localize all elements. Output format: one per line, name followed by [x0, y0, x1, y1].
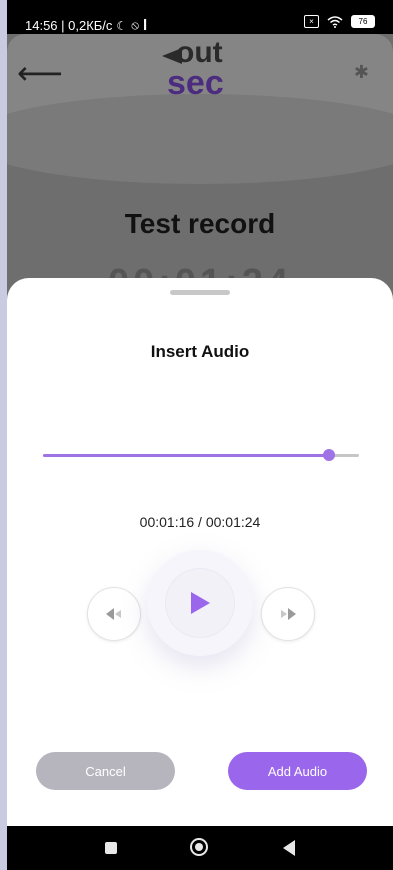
play-icon — [191, 592, 210, 614]
sheet-title: Insert Audio — [150, 342, 250, 361]
back-arrow-icon[interactable]: ⟵ — [17, 54, 63, 92]
play-button[interactable] — [165, 568, 235, 638]
gear-icon[interactable]: ✱ — [354, 62, 369, 83]
notification-off-icon: ⦸ — [131, 18, 140, 32]
phone-frame: 14:56 | 0,2КБ/с ☾ ⦸ l × 76 ⟵ out sec ✱ T… — [7, 0, 393, 870]
skip-back-button[interactable] — [87, 587, 141, 641]
system-nav-bar — [7, 826, 393, 870]
status-bar: 14:56 | 0,2КБ/с ☾ ⦸ l × 76 — [7, 0, 393, 34]
wifi-icon — [327, 15, 343, 28]
recents-icon[interactable] — [105, 842, 117, 854]
skip-back-icon — [106, 608, 121, 620]
app-icon: l — [143, 17, 148, 34]
skip-forward-button[interactable] — [261, 587, 315, 641]
home-icon[interactable] — [190, 838, 208, 856]
status-time: 14:56 | 0,2КБ/с — [25, 18, 113, 33]
sheet-drag-handle[interactable] — [170, 290, 230, 295]
skip-forward-icon — [281, 608, 296, 620]
back-triangle-icon[interactable] — [283, 840, 295, 856]
moon-icon: ☾ — [116, 18, 128, 33]
audio-progress-slider[interactable] — [43, 449, 359, 461]
app-header: ⟵ out sec ✱ — [7, 34, 393, 184]
cancel-button[interactable]: Cancel — [36, 752, 175, 790]
sim-x-icon: × — [304, 15, 319, 28]
insert-audio-sheet: Insert Audio 00:01:16 / 00:01:24 Cancel — [7, 278, 393, 826]
slider-thumb[interactable] — [322, 449, 335, 461]
logo-sec-text: sec — [167, 64, 224, 102]
outsec-logo: out sec — [162, 38, 262, 102]
battery-icon: 76 — [351, 15, 375, 28]
playback-time: 00:01:16 / 00:01:24 — [139, 514, 261, 530]
add-audio-button[interactable]: Add Audio — [228, 752, 367, 790]
record-title: Test record — [124, 208, 276, 239]
progress-fill — [43, 454, 329, 457]
